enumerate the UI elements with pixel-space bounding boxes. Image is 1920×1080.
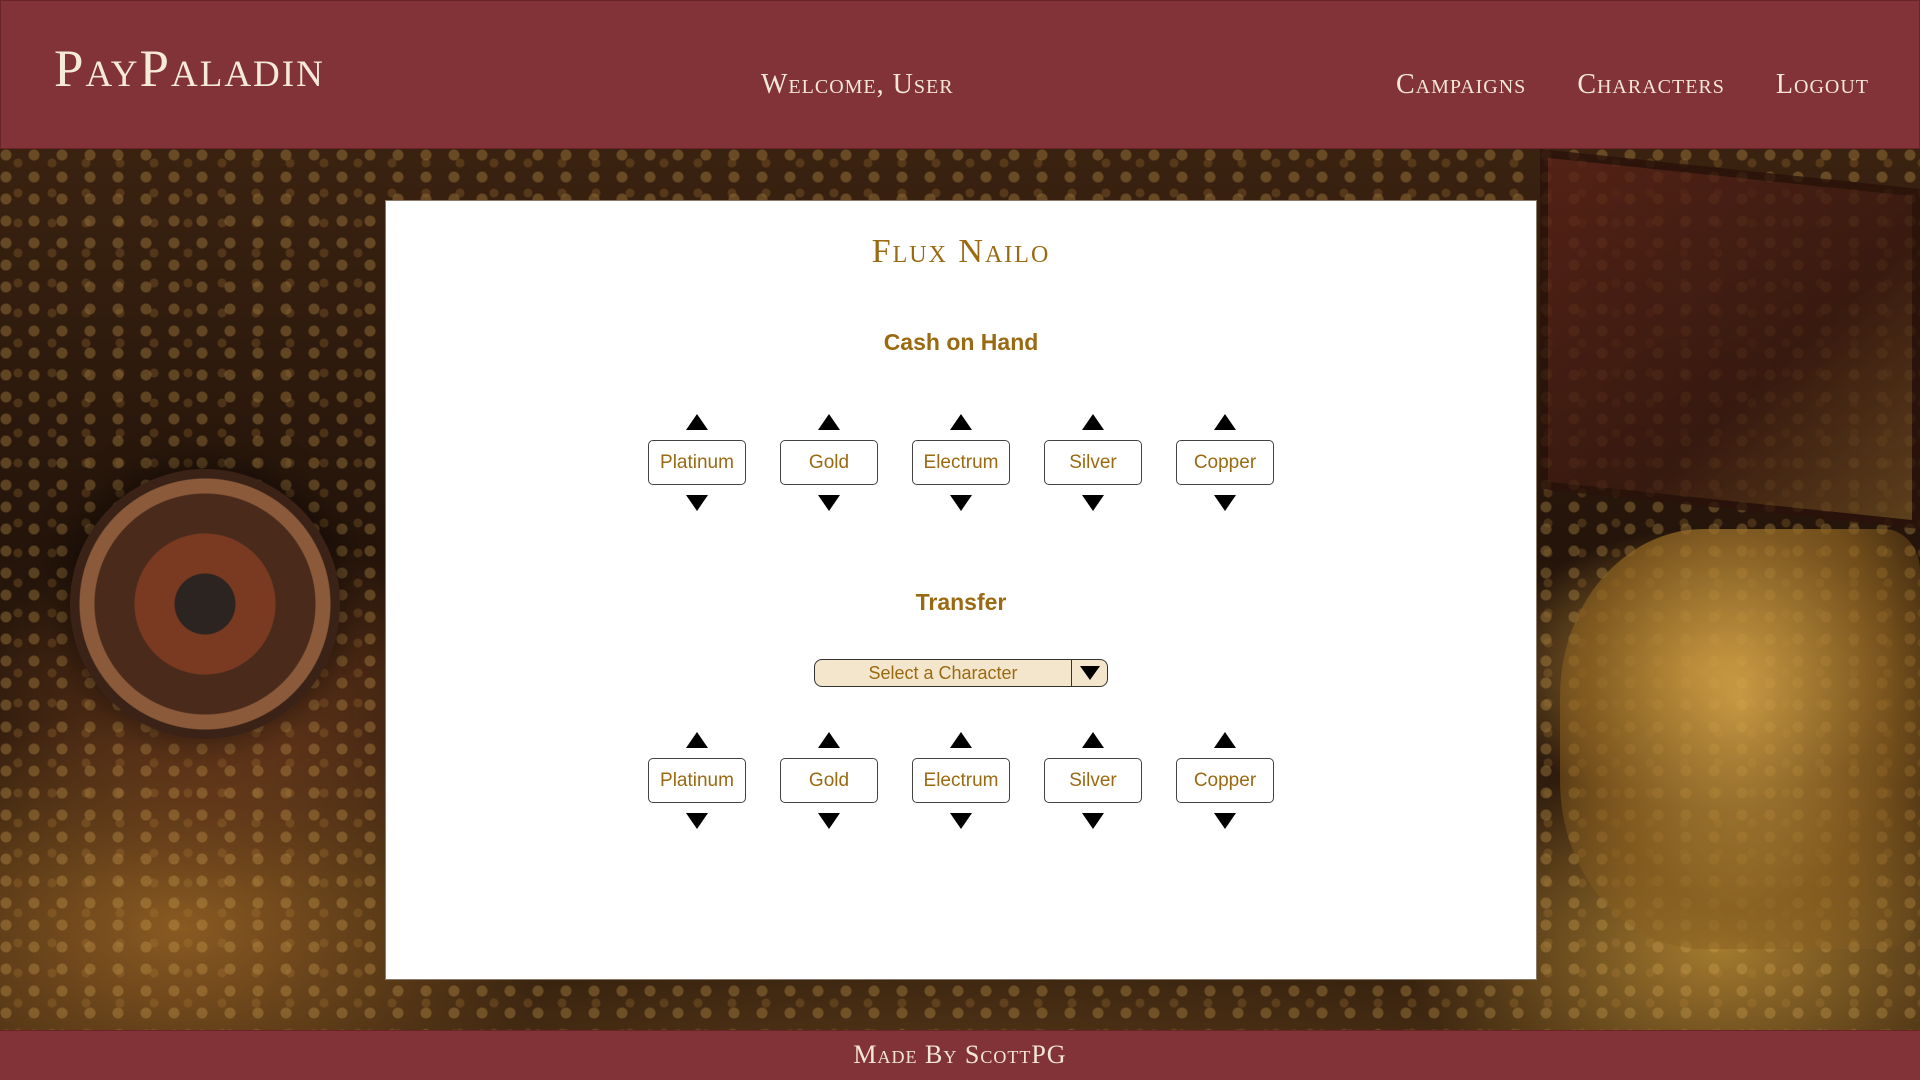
character-select-dropdown[interactable]: Select a Character (814, 659, 1108, 687)
cash-silver-group: Silver (1044, 414, 1142, 511)
cash-silver-decrease-icon[interactable] (1082, 495, 1104, 511)
cash-electrum-increase-icon[interactable] (950, 414, 972, 430)
cash-electrum-group: Electrum (912, 414, 1010, 511)
cash-gold-decrease-icon[interactable] (818, 495, 840, 511)
gold-pile-decoration (1560, 529, 1920, 949)
transfer-gold-button[interactable]: Gold (780, 758, 878, 803)
treasure-chest-decoration (1540, 149, 1920, 529)
nav-link-campaigns[interactable]: Campaigns (1396, 69, 1526, 101)
cash-gold-group: Gold (780, 414, 878, 511)
transfer-platinum-group: Platinum (648, 732, 746, 829)
transfer-platinum-decrease-icon[interactable] (686, 813, 708, 829)
chevron-down-icon (1079, 666, 1100, 680)
cash-gold-button[interactable]: Gold (780, 440, 878, 485)
cash-copper-increase-icon[interactable] (1214, 414, 1236, 430)
transfer-copper-increase-icon[interactable] (1214, 732, 1236, 748)
transfer-coin-row: Platinum Gold Electrum Silver Copper (648, 732, 1274, 829)
transfer-copper-button[interactable]: Copper (1176, 758, 1274, 803)
shield-decoration (70, 469, 340, 739)
brand-logo[interactable]: PayPaladin (54, 39, 325, 99)
cash-copper-group: Copper (1176, 414, 1274, 511)
cash-platinum-group: Platinum (648, 414, 746, 511)
transfer-silver-decrease-icon[interactable] (1082, 813, 1104, 829)
cash-copper-decrease-icon[interactable] (1214, 495, 1236, 511)
cash-gold-increase-icon[interactable] (818, 414, 840, 430)
cash-silver-button[interactable]: Silver (1044, 440, 1142, 485)
transfer-electrum-group: Electrum (912, 732, 1010, 829)
cash-on-hand-heading: Cash on Hand (883, 329, 1039, 355)
top-nav-bar: PayPaladin Welcome, User Campaigns Chara… (0, 0, 1920, 149)
cash-platinum-button[interactable]: Platinum (648, 440, 746, 485)
cash-platinum-decrease-icon[interactable] (686, 495, 708, 511)
cash-coin-row: Platinum Gold Electrum Silver Copper (648, 414, 1274, 511)
transfer-gold-increase-icon[interactable] (818, 732, 840, 748)
nav-links: Campaigns Characters Logout (1396, 69, 1869, 101)
transfer-platinum-increase-icon[interactable] (686, 732, 708, 748)
transfer-silver-increase-icon[interactable] (1082, 732, 1104, 748)
transfer-electrum-decrease-icon[interactable] (950, 813, 972, 829)
transfer-electrum-button[interactable]: Electrum (912, 758, 1010, 803)
cash-copper-button[interactable]: Copper (1176, 440, 1274, 485)
nav-link-characters[interactable]: Characters (1577, 69, 1725, 101)
transfer-platinum-button[interactable]: Platinum (648, 758, 746, 803)
character-name-heading: Flux Nailo (871, 233, 1051, 270)
cash-silver-increase-icon[interactable] (1082, 414, 1104, 430)
transfer-gold-decrease-icon[interactable] (818, 813, 840, 829)
transfer-gold-group: Gold (780, 732, 878, 829)
character-select-value: Select a Character (868, 662, 1018, 683)
footer-credit: Made By ScottPG (0, 1030, 1920, 1080)
transfer-silver-group: Silver (1044, 732, 1142, 829)
dropdown-toggle[interactable] (1071, 660, 1107, 686)
transfer-copper-group: Copper (1176, 732, 1274, 829)
cash-electrum-button[interactable]: Electrum (912, 440, 1010, 485)
cash-electrum-decrease-icon[interactable] (950, 495, 972, 511)
cash-platinum-increase-icon[interactable] (686, 414, 708, 430)
character-panel: Flux Nailo Cash on Hand Platinum Gold El… (385, 200, 1537, 980)
transfer-copper-decrease-icon[interactable] (1214, 813, 1236, 829)
transfer-heading: Transfer (915, 589, 1007, 615)
transfer-electrum-increase-icon[interactable] (950, 732, 972, 748)
nav-link-logout[interactable]: Logout (1776, 69, 1869, 101)
transfer-silver-button[interactable]: Silver (1044, 758, 1142, 803)
welcome-message: Welcome, User (761, 69, 954, 100)
